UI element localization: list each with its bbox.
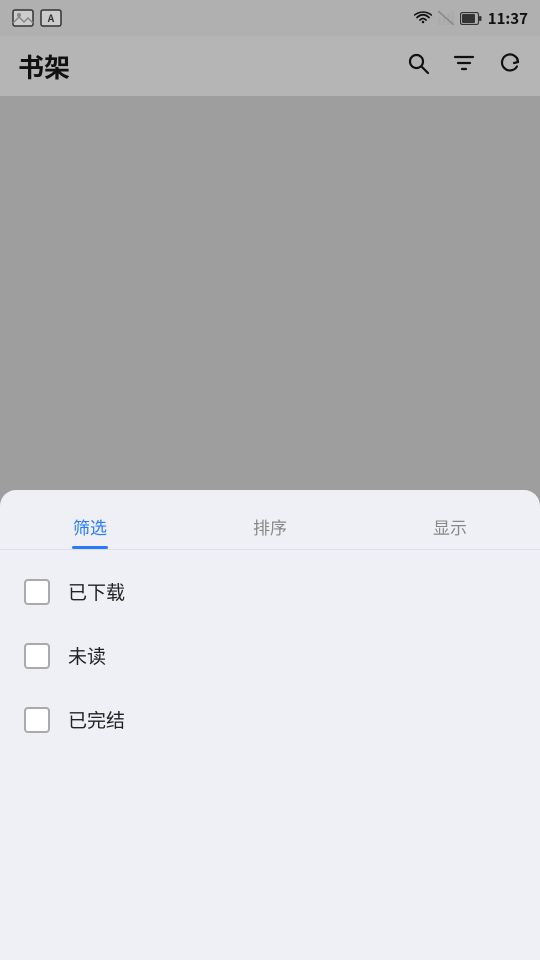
page-title: 书架 bbox=[18, 48, 70, 85]
battery-icon bbox=[460, 12, 482, 25]
signal-icon bbox=[438, 11, 454, 25]
filter-item-finished[interactable]: 已完结 bbox=[24, 688, 516, 752]
filter-label-downloaded: 已下载 bbox=[68, 578, 125, 605]
font-icon: A bbox=[40, 9, 62, 27]
filter-label-unread: 未读 bbox=[68, 642, 106, 669]
image-icon bbox=[12, 9, 34, 27]
main-content-area bbox=[0, 96, 540, 490]
filter-list: 已下载 未读 已完结 bbox=[0, 550, 540, 762]
filter-label-finished: 已完结 bbox=[68, 706, 125, 733]
status-left-icons: A bbox=[12, 9, 62, 27]
tab-sort[interactable]: 排序 bbox=[180, 490, 360, 549]
refresh-icon[interactable] bbox=[498, 50, 522, 82]
filter-icon[interactable] bbox=[452, 50, 476, 82]
checkbox-unread[interactable] bbox=[24, 643, 50, 669]
search-icon[interactable] bbox=[406, 50, 430, 82]
wifi-icon bbox=[414, 11, 432, 25]
status-right-icons: 11:37 bbox=[414, 8, 528, 29]
filter-item-unread[interactable]: 未读 bbox=[24, 624, 516, 688]
svg-text:A: A bbox=[47, 10, 55, 25]
tab-filter-underline bbox=[72, 546, 108, 549]
time-display: 11:37 bbox=[488, 8, 528, 29]
tab-bar: 筛选 排序 显示 bbox=[0, 490, 540, 550]
status-bar: A 11:37 bbox=[0, 0, 540, 36]
checkbox-downloaded[interactable] bbox=[24, 579, 50, 605]
tab-display[interactable]: 显示 bbox=[360, 490, 540, 549]
tab-filter[interactable]: 筛选 bbox=[0, 490, 180, 549]
header: 书架 bbox=[0, 36, 540, 96]
filter-item-downloaded[interactable]: 已下载 bbox=[24, 560, 516, 624]
bottom-sheet: 筛选 排序 显示 已下载 未读 已完结 bbox=[0, 490, 540, 960]
header-actions bbox=[406, 50, 522, 82]
checkbox-finished[interactable] bbox=[24, 707, 50, 733]
